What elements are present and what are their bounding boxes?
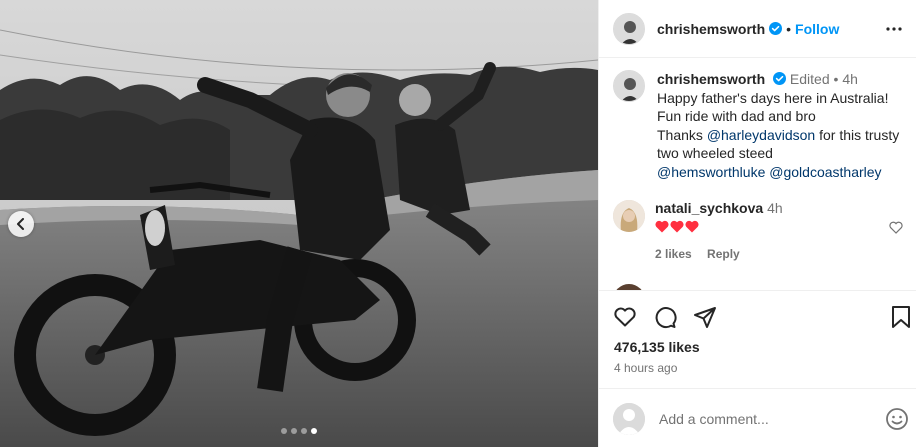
slide-dot [301, 428, 307, 434]
caption-body: chrishemsworth Edited • 4h Happy father'… [657, 70, 901, 181]
chevron-left-icon [17, 218, 24, 230]
comment-body: natali_sychkova 4h 2 likes Reply [655, 200, 783, 261]
action-icons [613, 305, 717, 329]
separator-dot: • [786, 20, 792, 37]
caption: chrishemsworth Edited • 4h Happy father'… [613, 70, 901, 181]
comment-icon [655, 307, 677, 329]
avatar-image [614, 71, 644, 101]
caption-text: Thanks [657, 126, 707, 143]
reply-button[interactable]: Reply [707, 247, 740, 261]
share-icon [694, 307, 716, 328]
comment-hearts [655, 220, 783, 233]
red-heart-icon [685, 220, 699, 233]
meta-dot: • [833, 71, 839, 87]
caption-text: for this trusty [815, 126, 900, 143]
photo-image [0, 0, 598, 447]
username-link[interactable]: chrishemsworth [657, 21, 765, 37]
caption-line: Fun ride with dad and bro [657, 108, 816, 124]
follow-button[interactable]: Follow [795, 21, 839, 37]
mention-link[interactable]: @harleydavidson [707, 127, 815, 143]
emoji-icon[interactable] [885, 407, 909, 431]
verified-badge-icon [769, 22, 783, 35]
avatar-image [614, 13, 644, 44]
slide-dot [291, 428, 297, 434]
mention-link[interactable]: @goldcoastharley [769, 164, 881, 180]
add-comment-input[interactable] [659, 409, 859, 429]
avatar[interactable] [613, 70, 645, 102]
caption-line: Happy father's days here in Australia! [657, 89, 889, 106]
slide-indicator [0, 428, 598, 434]
red-heart-icon [670, 220, 684, 233]
likes-count[interactable]: 476,135 likes [614, 339, 700, 355]
avatar[interactable] [613, 12, 645, 45]
like-button[interactable] [613, 305, 637, 329]
slide-dot [281, 428, 287, 434]
caption-age[interactable]: 4h [842, 71, 858, 87]
previous-slide-button[interactable] [8, 211, 34, 237]
comment-button[interactable] [653, 305, 677, 329]
default-avatar-icon [613, 403, 645, 435]
post-timestamp[interactable]: 4 hours ago [614, 361, 677, 375]
comments-section[interactable]: chrishemsworth Edited • 4h Happy father'… [599, 58, 916, 290]
add-comment-bar [599, 388, 916, 447]
post-actions: 476,135 likes 4 hours ago [599, 290, 916, 375]
caption-line: two wheeled steed [657, 145, 773, 161]
share-button[interactable] [693, 305, 717, 329]
avatar [613, 403, 645, 435]
heart-icon [614, 307, 636, 327]
avatar-image [613, 200, 645, 232]
bookmark-icon [892, 306, 910, 328]
comment-username[interactable]: natali_sychkova [655, 200, 763, 216]
red-heart-icon [655, 220, 669, 233]
post-header: chrishemsworth • Follow [599, 0, 916, 58]
verified-badge-icon [773, 72, 787, 85]
post-panel: chrishemsworth • Follow chrishemsworth E… [598, 0, 916, 447]
comment-likes-count[interactable]: 2 likes [655, 247, 692, 261]
avatar[interactable] [613, 200, 645, 232]
more-options-icon[interactable] [885, 20, 903, 38]
caption-username[interactable]: chrishemsworth [657, 71, 765, 87]
comment-age[interactable]: 4h [767, 200, 783, 216]
save-button[interactable] [891, 305, 911, 332]
comment-item: natali_sychkova 4h 2 likes Reply [613, 200, 903, 261]
post-photo[interactable] [0, 0, 598, 447]
slide-dot-active [311, 428, 317, 434]
mention-link[interactable]: @hemsworthluke [657, 164, 765, 180]
comment-actions: 2 likes Reply [655, 247, 783, 261]
like-comment-icon[interactable] [889, 221, 903, 234]
edited-label: Edited [789, 71, 830, 87]
